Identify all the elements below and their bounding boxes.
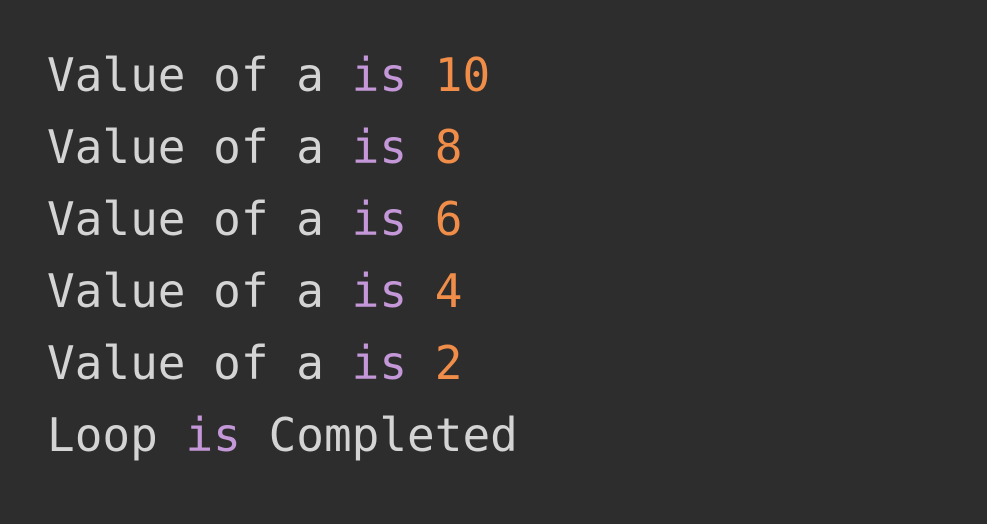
output-line-final: Loop is Completed bbox=[47, 399, 987, 471]
value-number: 8 bbox=[434, 120, 463, 174]
output-line: Value of a is 8 bbox=[47, 111, 987, 183]
value-number: 4 bbox=[434, 264, 463, 318]
keyword-is: is bbox=[351, 192, 408, 246]
output-text: Value of a bbox=[47, 48, 324, 102]
output-line: Value of a is 4 bbox=[47, 255, 987, 327]
value-number: 2 bbox=[434, 336, 463, 390]
final-tail: Completed bbox=[268, 408, 518, 462]
keyword-is: is bbox=[351, 48, 408, 102]
keyword-is: is bbox=[185, 408, 241, 462]
console-output: Value of a is 10 Value of a is 8 Value o… bbox=[0, 0, 987, 524]
keyword-is: is bbox=[351, 120, 408, 174]
output-text: Value of a bbox=[47, 336, 324, 390]
output-text: Value of a bbox=[47, 264, 324, 318]
output-text: Value of a bbox=[47, 192, 324, 246]
value-number: 10 bbox=[434, 48, 491, 102]
output-line: Value of a is 6 bbox=[47, 183, 987, 255]
keyword-is: is bbox=[351, 336, 408, 390]
final-text: Loop bbox=[47, 408, 158, 462]
keyword-is: is bbox=[351, 264, 408, 318]
output-line: Value of a is 2 bbox=[47, 327, 987, 399]
output-line: Value of a is 10 bbox=[47, 39, 987, 111]
value-number: 6 bbox=[434, 192, 463, 246]
output-text: Value of a bbox=[47, 120, 324, 174]
